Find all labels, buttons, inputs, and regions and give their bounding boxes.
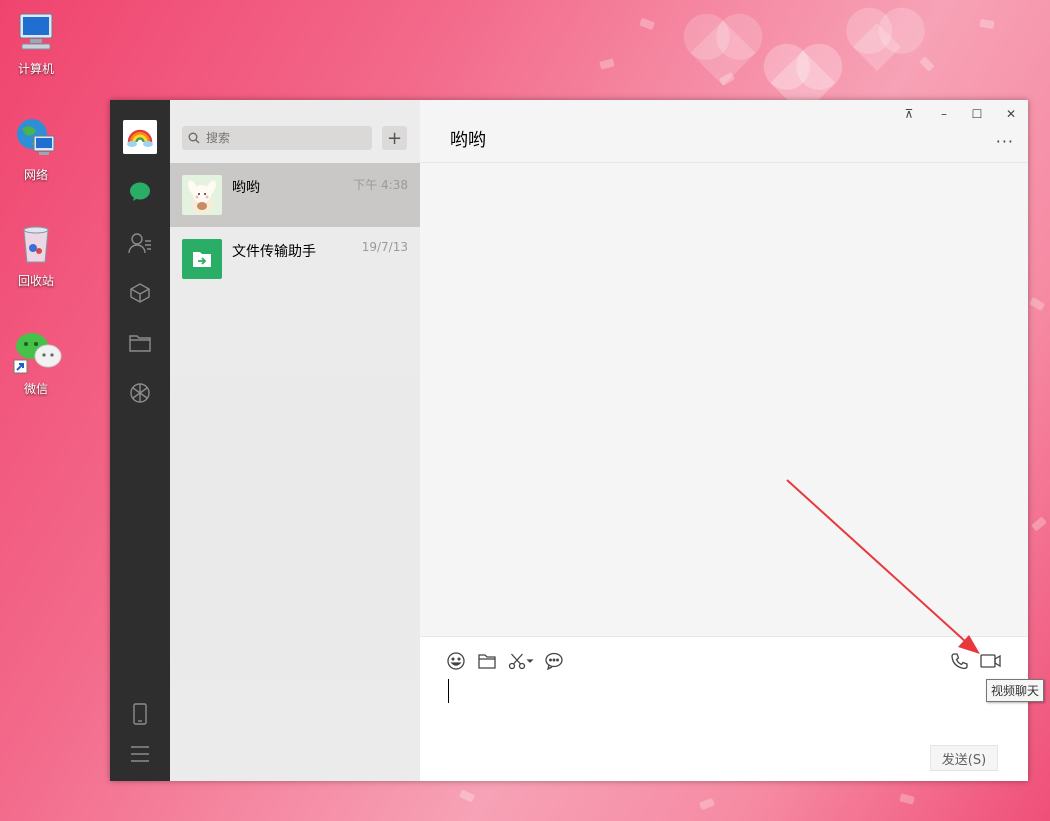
video-call-tooltip: 视频聊天 [986,679,1045,702]
annotation-arrow [786,479,980,654]
